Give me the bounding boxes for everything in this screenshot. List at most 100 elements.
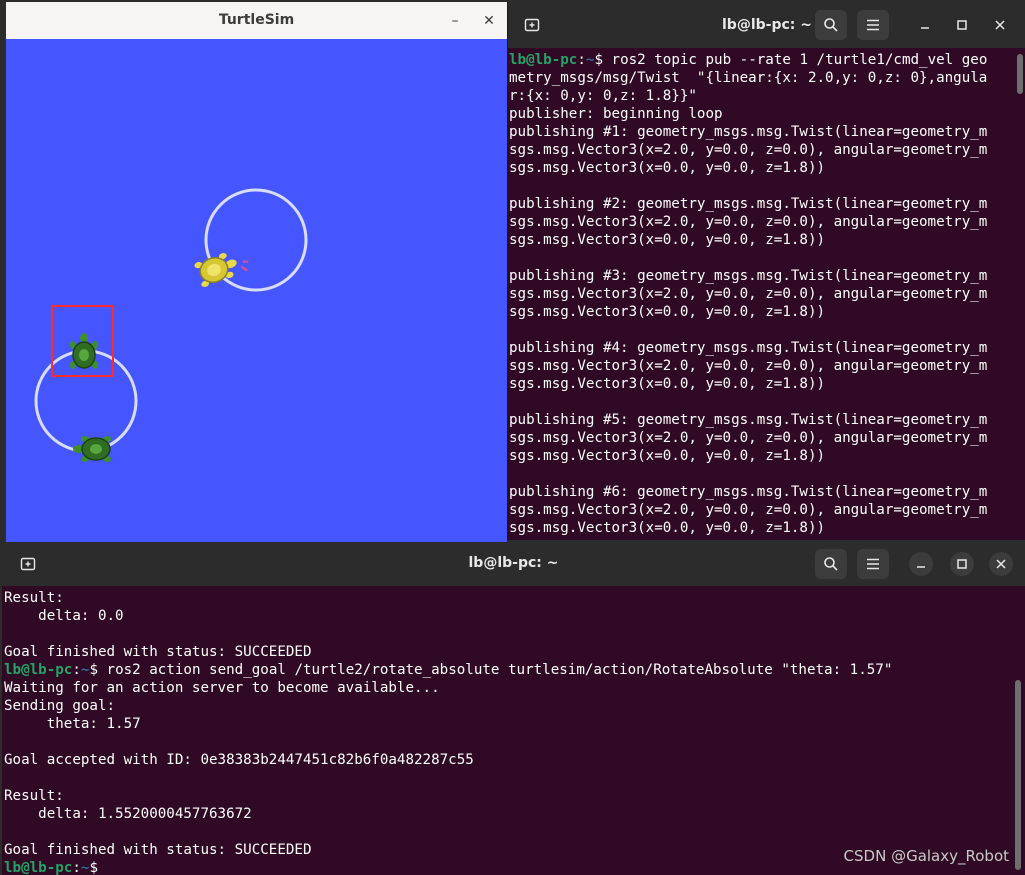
terminal-window-bottom: lb@lb-pc: ~ Result: delta: 0.0 Goal finis… bbox=[2, 542, 1025, 875]
terminal-line: sgs.msg.Vector3(x=0.0, y=0.0, z=1.8)) bbox=[509, 375, 1025, 393]
terminal-line-text: r:{x: 0,y: 0,z: 1.8}}" bbox=[509, 88, 697, 104]
maximize-icon[interactable] bbox=[950, 552, 974, 576]
terminal-line: Sending goal: bbox=[4, 697, 1025, 715]
terminal-title-top: lb@lb-pc: ~ bbox=[722, 17, 812, 33]
terminal-line: Result: bbox=[4, 589, 1025, 607]
terminal-line-text: Sending goal: bbox=[4, 698, 116, 714]
prompt-separator: : bbox=[577, 52, 586, 68]
terminal-line: r:{x: 0,y: 0,z: 1.8}}" bbox=[509, 87, 1025, 105]
close-icon[interactable] bbox=[989, 552, 1013, 576]
terminal-line-text: Waiting for an action server to become a… bbox=[4, 680, 440, 696]
terminal-line: Result: bbox=[4, 787, 1025, 805]
scrollbar-bottom[interactable] bbox=[1015, 680, 1021, 870]
terminal-line: publishing #1: geometry_msgs.msg.Twist(l… bbox=[509, 123, 1025, 141]
minimize-icon[interactable]: – bbox=[442, 8, 468, 34]
hamburger-menu-icon[interactable] bbox=[857, 10, 889, 40]
prompt-separator: : bbox=[72, 662, 81, 678]
terminal-line: Waiting for an action server to become a… bbox=[4, 679, 1025, 697]
terminal-line-text: ros2 topic pub --rate 1 /turtle1/cmd_vel… bbox=[611, 52, 988, 68]
terminal-line: sgs.msg.Vector3(x=0.0, y=0.0, z=1.8)) bbox=[509, 303, 1025, 321]
terminal-line: publishing #4: geometry_msgs.msg.Twist(l… bbox=[509, 339, 1025, 357]
hamburger-menu-icon[interactable] bbox=[857, 549, 889, 579]
terminal-line: lb@lb-pc:~$ ros2 action send_goal /turtl… bbox=[4, 661, 1025, 679]
prompt-user: lb@lb-pc bbox=[509, 52, 578, 68]
prompt-dollar: $ bbox=[89, 662, 107, 678]
terminal-header-top[interactable]: lb@lb-pc: ~ bbox=[508, 2, 1025, 48]
terminal-line: sgs.msg.Vector3(x=2.0, y=0.0, z=0.0), an… bbox=[509, 285, 1025, 303]
terminal-line: sgs.msg.Vector3(x=2.0, y=0.0, z=0.0), an… bbox=[509, 213, 1025, 231]
terminal-line-text: metry_msgs/msg/Twist "{linear:{x: 2.0,y:… bbox=[509, 70, 988, 86]
terminal-line: Goal finished with status: SUCCEEDED bbox=[4, 643, 1025, 661]
terminal-line-text: sgs.msg.Vector3(x=0.0, y=0.0, z=1.8)) bbox=[509, 160, 826, 176]
search-icon[interactable] bbox=[815, 549, 847, 579]
terminal-line: sgs.msg.Vector3(x=2.0, y=0.0, z=0.0), an… bbox=[509, 141, 1025, 159]
terminal-line: delta: 1.5520000457763672 bbox=[4, 805, 1025, 823]
terminal-line: theta: 1.57 bbox=[4, 715, 1025, 733]
terminal-line-text: Goal finished with status: SUCCEEDED bbox=[4, 842, 312, 858]
terminal-line-text: sgs.msg.Vector3(x=2.0, y=0.0, z=0.0), an… bbox=[509, 502, 988, 518]
terminal-line-text: publishing #1: geometry_msgs.msg.Twist(l… bbox=[509, 124, 988, 140]
terminal-line-text: Goal accepted with ID: 0e38383b2447451c8… bbox=[4, 752, 474, 768]
terminal-output-bottom[interactable]: Result: delta: 0.0 Goal finished with sta… bbox=[4, 589, 1025, 875]
prompt-separator: : bbox=[72, 860, 81, 875]
terminal-line: sgs.msg.Vector3(x=2.0, y=0.0, z=0.0), an… bbox=[509, 429, 1025, 447]
terminal-line-text: theta: 1.57 bbox=[4, 716, 141, 732]
terminal-line-text: delta: 1.5520000457763672 bbox=[4, 806, 252, 822]
terminal-line: sgs.msg.Vector3(x=0.0, y=0.0, z=1.8)) bbox=[509, 447, 1025, 465]
terminal-line: publisher: beginning loop bbox=[509, 105, 1025, 123]
terminal-window-top: lb@lb-pc: ~ lb@lb-pc:~$ ros2 topic pub -… bbox=[507, 2, 1025, 540]
prompt-user: lb@lb-pc bbox=[4, 662, 73, 678]
minimize-icon[interactable] bbox=[913, 13, 937, 37]
terminal-line-text: sgs.msg.Vector3(x=2.0, y=0.0, z=0.0), an… bbox=[509, 358, 988, 374]
turtlesim-window: TurtleSim – ✕ bbox=[6, 2, 507, 542]
terminal-line: sgs.msg.Vector3(x=0.0, y=0.0, z=1.8)) bbox=[509, 231, 1025, 249]
terminal-line-text: publishing #4: geometry_msgs.msg.Twist(l… bbox=[509, 340, 988, 356]
terminal-line-text: delta: 0.0 bbox=[4, 608, 124, 624]
turtlesim-titlebar[interactable]: TurtleSim – ✕ bbox=[6, 2, 507, 40]
terminal-header-bottom[interactable]: lb@lb-pc: ~ bbox=[2, 542, 1025, 586]
terminal-line-text: sgs.msg.Vector3(x=2.0, y=0.0, z=0.0), an… bbox=[509, 286, 988, 302]
terminal-line-text: publisher: beginning loop bbox=[509, 106, 723, 122]
minimize-icon[interactable] bbox=[909, 552, 933, 576]
terminal-line-text: Goal finished with status: SUCCEEDED bbox=[4, 644, 312, 660]
terminal-line-text: publishing #6: geometry_msgs.msg.Twist(l… bbox=[509, 484, 988, 500]
close-icon[interactable] bbox=[988, 13, 1012, 37]
terminal-line: delta: 0.0 bbox=[4, 607, 1025, 625]
terminal-line-text: sgs.msg.Vector3(x=0.0, y=0.0, z=1.8)) bbox=[509, 232, 826, 248]
terminal-line-text: publishing #2: geometry_msgs.msg.Twist(l… bbox=[509, 196, 988, 212]
turtlesim-canvas bbox=[6, 39, 507, 542]
search-icon[interactable] bbox=[815, 10, 847, 40]
terminal-line-text: sgs.msg.Vector3(x=2.0, y=0.0, z=0.0), an… bbox=[509, 142, 988, 158]
terminal-line: sgs.msg.Vector3(x=0.0, y=0.0, z=1.8)) bbox=[509, 519, 1025, 537]
close-icon[interactable]: ✕ bbox=[476, 8, 502, 34]
prompt-dollar: $ bbox=[89, 860, 107, 875]
turtle1-sprite bbox=[194, 253, 249, 287]
turtle3-sprite bbox=[73, 436, 111, 462]
scrollbar-top[interactable] bbox=[1017, 54, 1023, 94]
terminal-line-text: Result: bbox=[4, 788, 64, 804]
turtle2-sprite bbox=[70, 333, 98, 369]
terminal-line: lb@lb-pc:~$ ros2 topic pub --rate 1 /tur… bbox=[509, 51, 1025, 69]
terminal-line: metry_msgs/msg/Twist "{linear:{x: 2.0,y:… bbox=[509, 69, 1025, 87]
maximize-icon[interactable] bbox=[950, 13, 974, 37]
prompt-dollar: $ bbox=[594, 52, 612, 68]
terminal-line-text: publishing #5: geometry_msgs.msg.Twist(l… bbox=[509, 412, 988, 428]
terminal-line: Goal accepted with ID: 0e38383b2447451c8… bbox=[4, 751, 1025, 769]
prompt-user: lb@lb-pc bbox=[4, 860, 73, 875]
terminal-line: sgs.msg.Vector3(x=0.0, y=0.0, z=1.8)) bbox=[509, 159, 1025, 177]
terminal-line: publishing #6: geometry_msgs.msg.Twist(l… bbox=[509, 483, 1025, 501]
terminal-line: publishing #3: geometry_msgs.msg.Twist(l… bbox=[509, 267, 1025, 285]
terminal-line: publishing #5: geometry_msgs.msg.Twist(l… bbox=[509, 411, 1025, 429]
terminal-line-text: sgs.msg.Vector3(x=0.0, y=0.0, z=1.8)) bbox=[509, 448, 826, 464]
terminal-output-top[interactable]: lb@lb-pc:~$ ros2 topic pub --rate 1 /tur… bbox=[509, 51, 1025, 537]
terminal-line: sgs.msg.Vector3(x=2.0, y=0.0, z=0.0), an… bbox=[509, 501, 1025, 519]
